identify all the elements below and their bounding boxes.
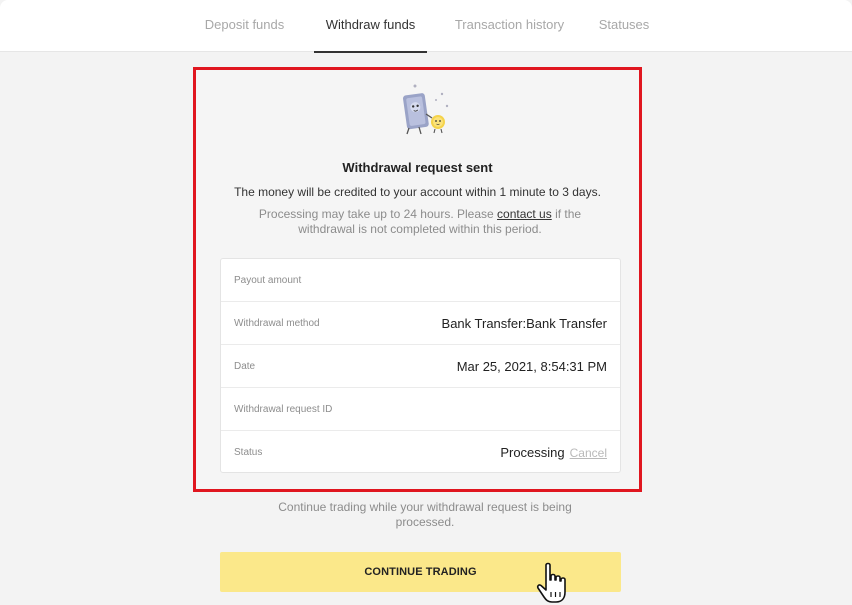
- highlight-annotation-box: [193, 67, 642, 492]
- hand-pointer-cursor-icon: [536, 562, 566, 603]
- tab-statuses[interactable]: Statuses: [579, 0, 669, 52]
- tab-withdraw-funds[interactable]: Withdraw funds: [314, 0, 427, 53]
- page-frame: Deposit funds Withdraw funds Transaction…: [0, 0, 852, 605]
- tabs: Deposit funds Withdraw funds Transaction…: [175, 0, 675, 53]
- continue-trading-info: Continue trading while your withdrawal r…: [278, 500, 572, 529]
- tab-deposit-funds[interactable]: Deposit funds: [175, 0, 314, 52]
- top-tab-bar: Deposit funds Withdraw funds Transaction…: [0, 0, 852, 53]
- tab-transaction-history[interactable]: Transaction history: [440, 0, 579, 52]
